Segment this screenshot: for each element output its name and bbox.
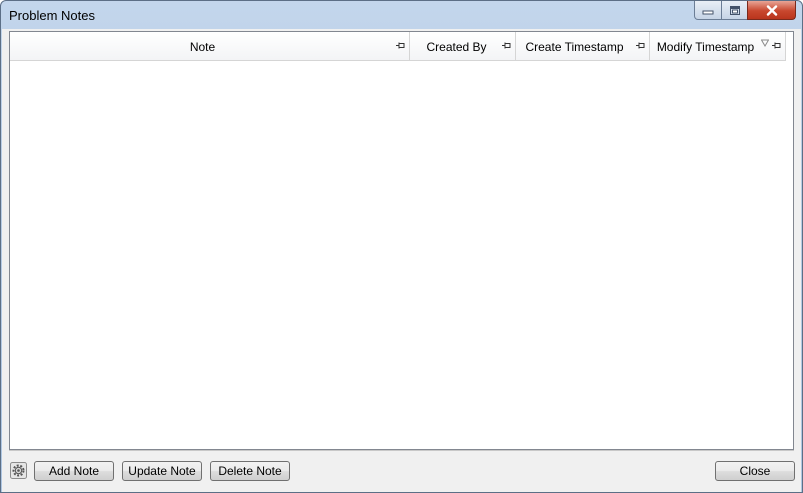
column-header-note[interactable]: Note xyxy=(10,32,410,60)
column-header-label: Note xyxy=(189,40,216,54)
maximize-button[interactable] xyxy=(721,1,748,20)
column-header-create-timestamp[interactable]: Create Timestamp xyxy=(516,32,650,60)
minimize-icon xyxy=(702,10,714,15)
footer-divider xyxy=(9,450,794,451)
column-header-label: Modify Timestamp xyxy=(656,40,755,54)
window-title: Problem Notes xyxy=(9,8,95,23)
maximize-icon xyxy=(729,5,740,15)
problem-notes-window: Problem Notes Note Created By Create Tim… xyxy=(0,0,803,493)
pin-icon[interactable] xyxy=(501,40,512,51)
delete-note-button[interactable]: Delete Note xyxy=(210,461,290,481)
grid-header: Note Created By Create Timestamp Modify … xyxy=(10,32,786,61)
column-header-created-by[interactable]: Created By xyxy=(410,32,516,60)
add-note-button[interactable]: Add Note xyxy=(34,461,114,481)
column-header-label: Create Timestamp xyxy=(525,40,624,54)
notes-grid[interactable]: Note Created By Create Timestamp Modify … xyxy=(9,31,794,450)
pin-icon[interactable] xyxy=(395,40,406,51)
update-note-button[interactable]: Update Note xyxy=(122,461,202,481)
close-window-button[interactable] xyxy=(747,1,796,20)
close-button[interactable]: Close xyxy=(715,461,795,481)
close-icon xyxy=(766,4,777,16)
column-header-label: Created By xyxy=(426,40,487,54)
sort-descending-icon xyxy=(761,39,769,47)
window-content: Note Created By Create Timestamp Modify … xyxy=(2,29,801,492)
minimize-button[interactable] xyxy=(694,1,722,20)
settings-icon[interactable] xyxy=(10,462,27,479)
pin-icon[interactable] xyxy=(635,40,646,51)
pin-icon[interactable] xyxy=(771,40,782,51)
column-header-modify-timestamp[interactable]: Modify Timestamp xyxy=(650,32,786,60)
grid-body[interactable] xyxy=(10,61,793,449)
